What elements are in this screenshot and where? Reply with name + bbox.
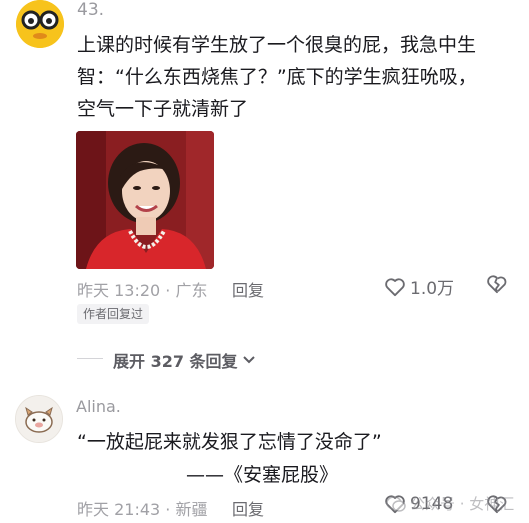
- comment-username[interactable]: Alina.: [76, 397, 121, 416]
- like-count: 1.0万: [410, 279, 455, 299]
- comment-image[interactable]: [76, 131, 214, 269]
- heart-icon: [385, 277, 405, 296]
- woman-portrait-image: [76, 131, 214, 269]
- expand-replies-button[interactable]: 展开 327 条回复: [113, 348, 256, 372]
- comment-line: 空气一下子就清新了: [77, 98, 249, 120]
- comment-text: “一放起屁来就发狠了忘情了没命了”: [77, 431, 382, 453]
- comment-meta: 昨天 21:43 · 新疆: [77, 500, 208, 519]
- comment-username[interactable]: 43.: [77, 0, 104, 20]
- comment-text: 上课的时候有学生放了一个很臭的屁，我急中生 智：“什么东西烧焦了？”底下的学生疯…: [77, 29, 522, 125]
- divider-line: [77, 358, 103, 359]
- comment-meta: 昨天 13:20 · 广东: [77, 281, 208, 300]
- dislike-button[interactable]: [486, 274, 508, 298]
- author-replied-badge: 作者回复过: [77, 304, 150, 324]
- comment-line: 上课的时候有学生放了一个很臭的屁，我急中生: [77, 34, 477, 56]
- glasses-emoji-icon: [16, 0, 64, 48]
- pig-cartoon-icon: [16, 396, 62, 442]
- like-button[interactable]: 1.0万: [384, 274, 454, 299]
- comment-line: 智：“什么东西烧焦了？”底下的学生疯狂吮吸，: [77, 66, 477, 88]
- user-avatar[interactable]: [16, 0, 64, 48]
- broken-heart-icon: [487, 275, 507, 294]
- expand-replies-label: 展开 327 条回复: [113, 352, 238, 371]
- watermark-text: 公众号 · 女神汇: [410, 495, 515, 513]
- comment-text: ——《安塞屁股》: [186, 464, 339, 486]
- user-avatar[interactable]: [15, 395, 63, 443]
- chevron-down-icon: [242, 356, 255, 364]
- watermark: 公众号 · 女神汇: [386, 493, 514, 514]
- reply-button[interactable]: 回复: [232, 277, 264, 301]
- wechat-icon: [386, 495, 406, 512]
- reply-button[interactable]: 回复: [232, 496, 264, 520]
